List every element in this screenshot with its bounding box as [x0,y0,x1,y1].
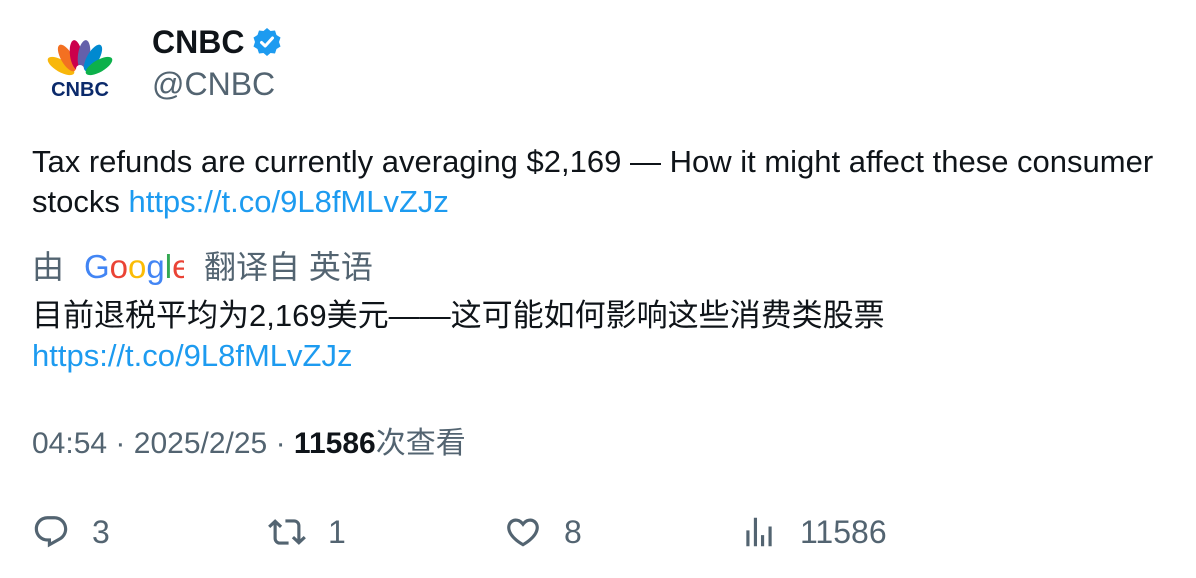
tweet-header: CNBC CNBC @CNBC [32,20,732,120]
translated-link[interactable]: https://t.co/9L8fMLvZJz [32,336,1162,376]
translation-attribution: 由 Google 翻译自 英语 [32,247,373,287]
tweet-text: Tax refunds are currently averaging $2,1… [32,142,1162,222]
meta-separator: · [275,427,286,460]
meta-separator: · [115,427,126,460]
tweet-time[interactable]: 04:54 [32,427,107,460]
reply-count: 3 [92,514,110,550]
views-count: 11586 [293,427,376,460]
cnbc-peacock-logo-icon: CNBC [47,40,113,101]
analytics-icon [740,513,778,551]
like-count: 8 [564,514,582,550]
reply-button[interactable]: 3 [32,510,110,554]
retweet-count: 1 [328,514,346,550]
avatar[interactable]: CNBC [32,20,128,116]
display-name[interactable]: CNBC [152,23,244,61]
heart-icon [504,513,542,551]
svg-text:Google: Google [84,248,184,285]
views-label: 次查看 [375,427,466,460]
views-button[interactable]: 11586 [740,510,887,554]
reply-icon [32,513,70,551]
action-bar: 3 1 8 11586 [32,510,1162,554]
svg-text:CNBC: CNBC [51,79,109,101]
google-logo-icon: Google [84,247,190,287]
verified-badge-icon [252,27,282,57]
views-action-count: 11586 [800,514,887,550]
tweet-date[interactable]: 2025/2/25 [134,427,267,460]
translated-text: 目前退税平均为2,169美元——这可能如何影响这些消费类股票 https://t… [32,296,1162,376]
retweet-icon [268,513,306,551]
tweet-meta: 04:54 · 2025/2/25 · 11586次查看 [32,424,466,464]
translation-prefix: 由 [32,249,65,285]
author-handle[interactable]: @CNBC [152,65,275,103]
translation-suffix: 翻译自 英语 [204,249,373,285]
like-button[interactable]: 8 [504,510,582,554]
translated-body: 目前退税平均为2,169美元——这可能如何影响这些消费类股票 [32,298,885,333]
retweet-button[interactable]: 1 [268,510,346,554]
tweet-link[interactable]: https://t.co/9L8fMLvZJz [128,184,448,219]
